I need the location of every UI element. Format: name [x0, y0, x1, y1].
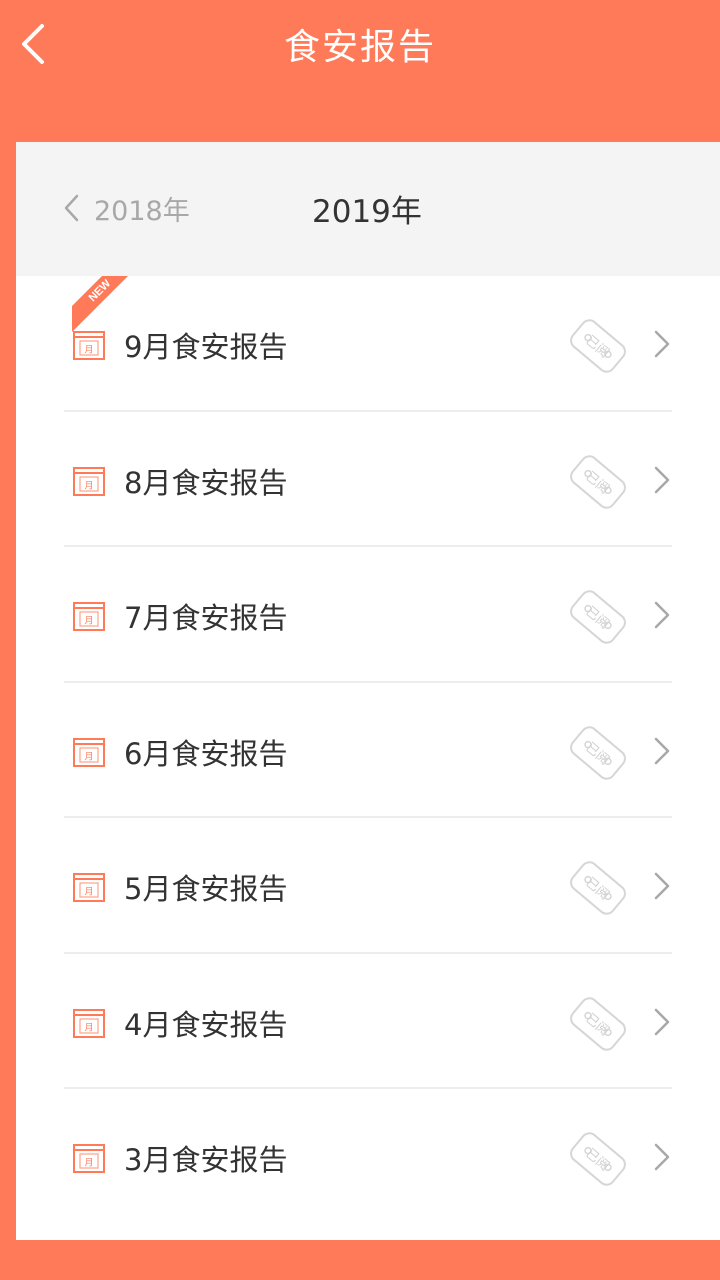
- prev-year-button[interactable]: 2018年: [62, 186, 190, 230]
- chevron-right-icon: [654, 737, 670, 764]
- report-card: 2018年 2019年 NEW 月 9月食安报告 已阅月 8月食安报告 已阅月 7月食安报告…: [16, 142, 720, 1240]
- read-stamp-icon: 已阅: [570, 996, 626, 1051]
- chevron-right-icon: [654, 330, 670, 358]
- chevron-right-icon: [654, 1143, 670, 1171]
- read-stamp-icon: 已阅: [570, 319, 626, 373]
- calendar-icon-label: 月: [84, 480, 93, 491]
- read-stamp-icon: 已阅: [570, 454, 626, 509]
- calendar-icon: 月: [73, 1008, 105, 1038]
- header-bar: 食安报告: [0, 0, 720, 92]
- back-button[interactable]: [10, 18, 54, 70]
- calendar-icon-label: 月: [84, 1158, 93, 1169]
- report-row[interactable]: 月 3月食安报告 已阅: [16, 1089, 720, 1225]
- report-row[interactable]: 月 6月食安报告 已阅: [16, 683, 720, 818]
- report-title: 4月食安报告: [124, 1007, 288, 1042]
- calendar-icon: 月: [73, 602, 105, 631]
- chevron-left-icon: [22, 24, 44, 64]
- report-title: 7月食安报告: [124, 601, 288, 635]
- new-badge-icon: NEW: [72, 276, 128, 332]
- chevron-right-icon: [654, 872, 670, 900]
- calendar-icon-label: 月: [84, 616, 93, 627]
- report-row[interactable]: 月 7月食安报告 已阅: [16, 547, 720, 683]
- report-title: 9月食安报告: [124, 330, 288, 364]
- calendar-icon: 月: [73, 466, 105, 496]
- report-row[interactable]: 月 8月食安报告 已阅: [16, 412, 720, 547]
- prev-year-label: 2018年: [94, 195, 190, 227]
- calendar-icon-label: 月: [84, 887, 93, 898]
- year-selector: 2018年 2019年: [16, 142, 720, 276]
- chevron-right-icon: [654, 1008, 670, 1035]
- report-title: 3月食安报告: [124, 1143, 288, 1177]
- report-row[interactable]: 月 4月食安报告 已阅: [16, 954, 720, 1089]
- calendar-icon: 月: [73, 737, 105, 767]
- read-stamp-icon: 已阅: [570, 861, 626, 915]
- read-stamp-icon: 已阅: [570, 590, 626, 644]
- page-title: 食安报告: [283, 27, 436, 68]
- read-stamp-icon: 已阅: [570, 725, 626, 780]
- current-year-label: 2019年: [312, 193, 422, 230]
- calendar-icon: 月: [73, 331, 105, 360]
- app-screen: 食安报告 2018年 2019年 NEW 月 9月食安报告 已阅月 8月食安报告 已阅月 7…: [0, 0, 720, 1280]
- report-title: 5月食安报告: [124, 872, 288, 906]
- calendar-icon-label: 月: [84, 345, 93, 356]
- chevron-right-icon: [654, 466, 670, 493]
- report-title: 6月食安报告: [124, 736, 288, 771]
- report-list: NEW 月 9月食安报告 已阅月 8月食安报告 已阅月 7月食安报告 已阅月 6月食安报告 已阅月…: [16, 276, 720, 1225]
- calendar-icon: 月: [73, 1144, 105, 1173]
- chevron-right-icon: [654, 601, 670, 629]
- report-row[interactable]: NEW 月 9月食安报告 已阅: [16, 276, 720, 412]
- calendar-icon: 月: [73, 873, 105, 902]
- chevron-left-icon: [64, 194, 79, 222]
- report-title: 8月食安报告: [124, 465, 288, 500]
- calendar-icon-label: 月: [84, 751, 93, 762]
- report-row[interactable]: 月 5月食安报告 已阅: [16, 818, 720, 954]
- read-stamp-icon: 已阅: [570, 1132, 626, 1186]
- calendar-icon-label: 月: [84, 1022, 93, 1033]
